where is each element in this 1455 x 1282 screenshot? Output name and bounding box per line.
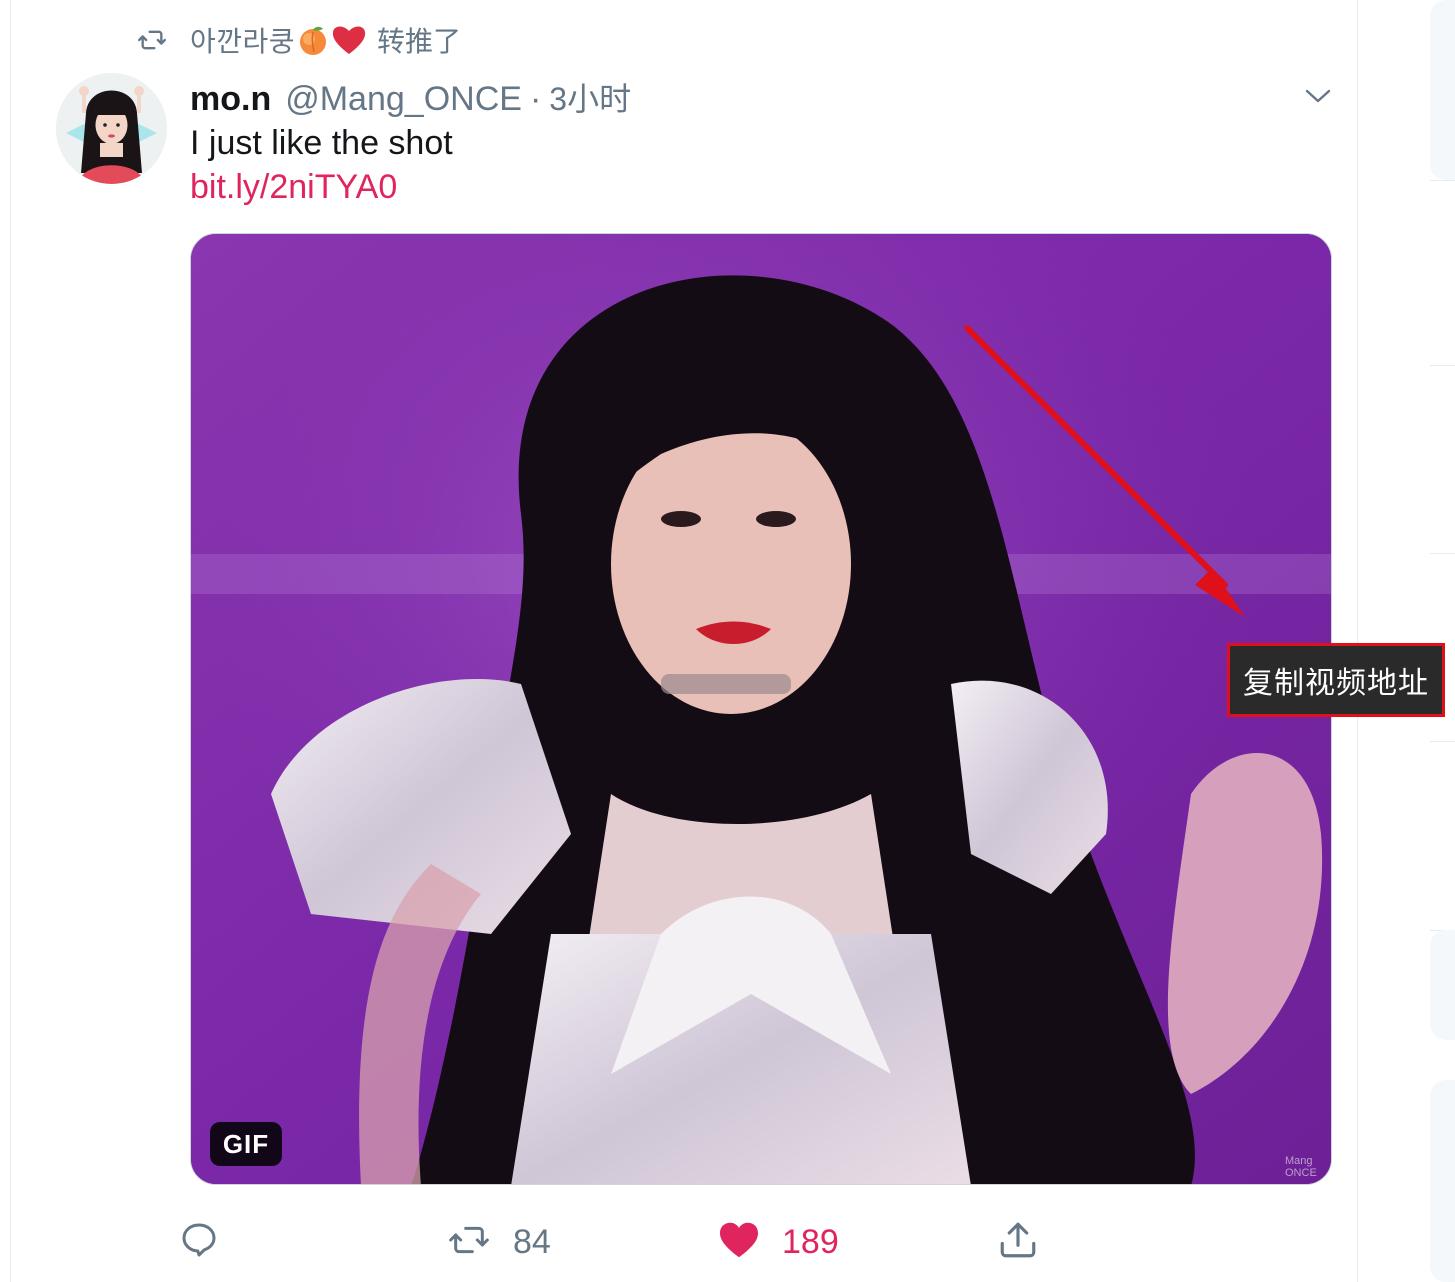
right-rail bbox=[1359, 0, 1455, 1282]
share-button[interactable] bbox=[997, 1212, 1039, 1272]
like-count: 189 bbox=[782, 1222, 839, 1261]
retweeter-name[interactable]: 아깐라쿵 bbox=[190, 20, 295, 60]
rail-divider bbox=[1430, 180, 1455, 181]
peach-emoji-icon bbox=[297, 24, 329, 56]
watermark-line-1: Mang bbox=[1285, 1155, 1313, 1167]
reply-icon bbox=[179, 1220, 219, 1265]
tweet-timestamp[interactable]: 3小时 bbox=[549, 74, 631, 120]
retweet-button[interactable]: 84 bbox=[447, 1212, 551, 1272]
rail-card bbox=[1430, 0, 1455, 180]
tweet-actions: 84 189 bbox=[11, 1212, 1357, 1272]
rail-divider bbox=[1430, 365, 1455, 366]
retweet-icon bbox=[134, 22, 170, 58]
like-button[interactable]: 189 bbox=[718, 1212, 839, 1272]
caret-down-icon[interactable] bbox=[1300, 80, 1336, 112]
copy-video-address-menu-item[interactable]: 复制视频地址 bbox=[1227, 643, 1445, 717]
rail-divider bbox=[1430, 553, 1455, 554]
rail-card bbox=[1430, 930, 1455, 1040]
avatar[interactable] bbox=[56, 73, 167, 184]
copy-video-address-label: 复制视频地址 bbox=[1243, 667, 1429, 700]
user-handle[interactable]: @Mang_ONCE bbox=[285, 80, 522, 119]
rail-divider bbox=[1430, 741, 1455, 742]
retweet-count: 84 bbox=[513, 1222, 551, 1261]
tweet-header: mo.n @Mang_ONCE · 3小时 bbox=[190, 74, 631, 120]
tweet-text: I just like the shot bbox=[190, 124, 453, 162]
tweet-link[interactable]: bit.ly/2niTYA0 bbox=[190, 168, 397, 207]
red-arrow-annotation bbox=[964, 325, 1245, 617]
watermark: Mang ONCE bbox=[1285, 1155, 1317, 1179]
rail-card bbox=[1430, 1080, 1455, 1282]
social-context: 아깐라쿵 转推了 bbox=[134, 22, 461, 58]
retweet-icon bbox=[447, 1220, 491, 1265]
reply-button[interactable] bbox=[179, 1212, 241, 1272]
retweeted-label: 转推了 bbox=[377, 26, 462, 57]
separator-dot: · bbox=[529, 80, 542, 118]
red-heart-emoji-icon bbox=[331, 24, 367, 56]
display-name[interactable]: mo.n bbox=[190, 80, 271, 119]
gif-badge: GIF bbox=[210, 1122, 282, 1166]
watermark-line-2: ONCE bbox=[1285, 1167, 1317, 1179]
tweet-card[interactable]: 아깐라쿵 转推了 mo.n @Mang_ONCE · 3小时 I just li… bbox=[11, 0, 1358, 1282]
share-icon bbox=[997, 1219, 1039, 1266]
heart-filled-icon bbox=[718, 1221, 760, 1264]
